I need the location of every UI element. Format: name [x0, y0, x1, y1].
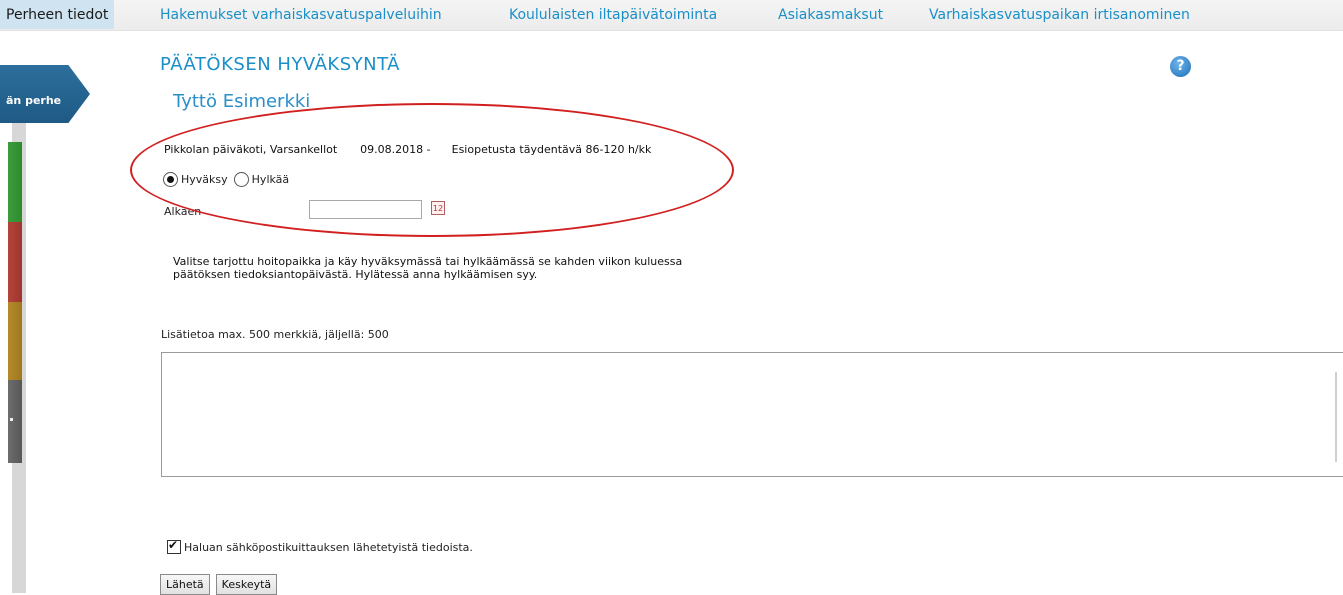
help-question-icon[interactable]: ?	[1170, 56, 1191, 77]
reject-radio-label: Hylkää	[251, 173, 290, 186]
reject-radio[interactable]	[233, 172, 249, 187]
decision-radio-group: Hyväksy Hylkää	[163, 172, 295, 187]
placement-start-date: 09.08.2018 -	[360, 143, 431, 156]
top-navigation: Perheen tiedot Hakemukset varhaiskasvatu…	[0, 0, 1343, 31]
email-receipt-checkbox[interactable]	[167, 538, 181, 554]
textarea-scrollbar[interactable]	[1335, 372, 1343, 462]
start-date-label: Alkaen	[164, 205, 202, 218]
sidebar-tab-green[interactable]	[8, 142, 22, 224]
tab-perheen-tiedot[interactable]: Perheen tiedot	[0, 0, 115, 29]
accept-radio[interactable]	[163, 172, 178, 187]
sidebar-tab-gold[interactable]	[8, 302, 22, 384]
sidebar: än perhe	[0, 30, 90, 593]
placement-unit: Pikkolan päiväkoti, Varsankellot	[164, 143, 338, 156]
cancel-button[interactable]: Keskeytä	[215, 574, 278, 595]
email-receipt-label: Haluan sähköpostikuittauksen lähetetyist…	[184, 540, 473, 554]
placement-service: Esiopetusta täydentävä 86-120 h/kk	[451, 143, 652, 156]
annotation-ellipse	[130, 103, 734, 237]
sidebar-active-label: än perhe	[6, 94, 62, 107]
tab-iltapaivatoiminta[interactable]: Koululaisten iltapäivätoiminta	[509, 0, 717, 29]
tab-hakemukset[interactable]: Hakemukset varhaiskasvatuspalveluihin	[160, 0, 442, 29]
tab-irtisanominen[interactable]: Varhaiskasvatuspaikan irtisanominen	[929, 0, 1190, 29]
start-date-input[interactable]	[309, 200, 422, 219]
calendar-icon[interactable]: 12	[431, 201, 445, 215]
form-buttons: Lähetä Keskeytä	[160, 574, 278, 595]
extra-info-label: Lisätietoa max. 500 merkkiä, jäljellä: 5…	[161, 328, 389, 341]
send-button[interactable]: Lähetä	[160, 574, 210, 595]
placement-info: Pikkolan päiväkoti, Varsankellot 09.08.2…	[164, 143, 651, 156]
email-receipt-row: Haluan sähköpostikuittauksen lähetetyist…	[167, 538, 473, 554]
sidebar-tab-gray[interactable]	[8, 380, 22, 463]
sidebar-tab-red[interactable]	[8, 222, 22, 305]
child-name: Tyttö Esimerkki	[173, 91, 311, 112]
accept-radio-label: Hyväksy	[181, 173, 228, 186]
instructions-text: Valitse tarjottu hoitopaikka ja käy hyvä…	[173, 255, 683, 281]
tab-asiakasmaksut[interactable]: Asiakasmaksut	[778, 0, 883, 29]
extra-info-textarea[interactable]	[161, 352, 1343, 477]
page-title: PÄÄTÖKSEN HYVÄKSYNTÄ	[160, 54, 400, 75]
